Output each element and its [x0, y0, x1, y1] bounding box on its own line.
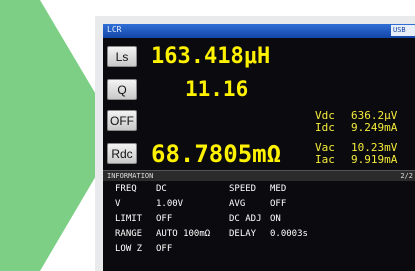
title-bar: LCR USB: [103, 24, 415, 38]
rdc-value: 68.7805mΩ: [151, 140, 282, 168]
param-q-button[interactable]: Q: [107, 79, 137, 100]
range-label: RANGE: [115, 229, 143, 239]
lcr-display: LCR USB Ls Q OFF Rdc 163.418μH 11.16 68.…: [103, 24, 415, 271]
param-off-button[interactable]: OFF: [107, 110, 137, 131]
speed-value: MED: [270, 184, 287, 194]
delay-value: 0.0003s: [270, 229, 308, 239]
delay-label: DELAY: [229, 229, 257, 239]
dcadj-label: DC ADJ: [229, 214, 262, 224]
lowz-label: LOW Z: [115, 244, 143, 254]
speed-label: SPEED: [229, 184, 257, 194]
iac-label: Iac: [315, 153, 335, 166]
freq-value: DC: [156, 184, 167, 194]
param-rdc-button[interactable]: Rdc: [107, 143, 137, 164]
avg-label: AVG: [229, 199, 246, 209]
page-indicator: 2/2: [400, 172, 413, 180]
q-value: 11.16: [185, 77, 249, 101]
range-value: AUTO 100mΩ: [156, 229, 211, 239]
information-header: INFORMATION 2/2: [103, 170, 415, 181]
information-title: INFORMATION: [107, 172, 154, 180]
limit-value: OFF: [156, 214, 173, 224]
idc-label: Idc: [315, 121, 335, 134]
lowz-value: OFF: [156, 244, 173, 254]
freq-label: FREQ: [115, 184, 137, 194]
idc-value: 9.249mA: [351, 121, 398, 134]
usb-icon: USB: [391, 25, 415, 36]
v-label: V: [115, 199, 121, 209]
mode-label: LCR: [107, 25, 122, 34]
iac-value: 9.919mA: [351, 153, 398, 166]
avg-value: OFF: [270, 199, 287, 209]
limit-label: LIMIT: [115, 214, 143, 224]
v-value: 1.00V: [156, 199, 184, 209]
param-ls-button[interactable]: Ls: [107, 46, 137, 67]
ls-value: 163.418μH: [151, 44, 271, 69]
dcadj-value: ON: [270, 214, 281, 224]
